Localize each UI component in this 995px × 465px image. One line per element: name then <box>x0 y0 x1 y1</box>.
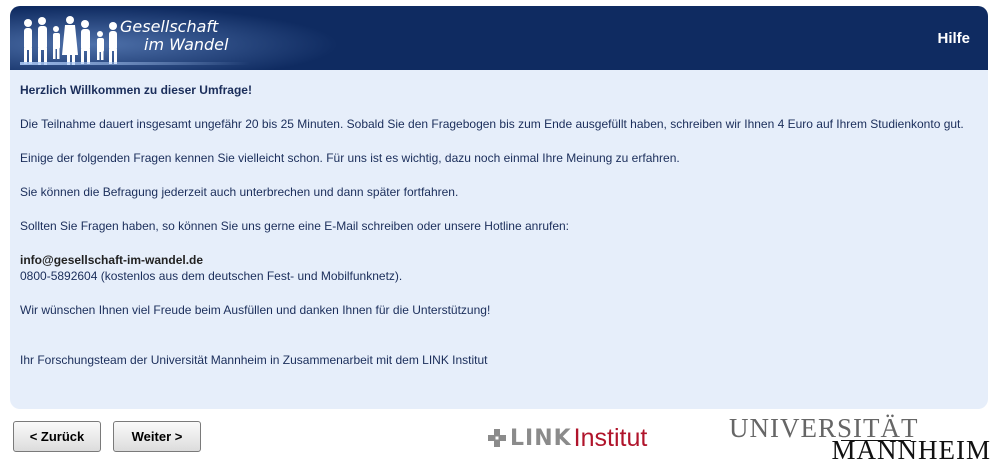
link-institut-logo: LINK Institut <box>487 424 647 452</box>
link-cross-icon <box>488 429 506 447</box>
help-link[interactable]: Hilfe <box>937 30 970 47</box>
interrupt-text: Sie können die Befragung jederzeit auch … <box>20 185 459 199</box>
signature-text: Ihr Forschungsteam der Universität Mannh… <box>20 353 488 367</box>
site-logo-text: Gesellschaft im Wandel <box>120 18 228 54</box>
university-mannheim-logo: UNIVERSITÄT MANNHEIM <box>729 413 991 465</box>
thanks-text: Wir wünschen Ihnen viel Freude beim Ausf… <box>20 303 491 317</box>
logo-line-2: im Wandel <box>144 35 229 54</box>
logo-underline <box>20 62 250 65</box>
link-institut-word: Institut <box>573 423 648 452</box>
contact-email: info@gesellschaft-im-wandel.de <box>20 253 204 267</box>
intro-panel: Herzlich Willkommen zu dieser Umfrage! D… <box>10 70 988 409</box>
link-word: LINK <box>510 425 572 451</box>
people-silhouettes-icon <box>24 16 117 65</box>
duration-text: Die Teilnahme dauert insgesamt ungefähr … <box>20 117 964 131</box>
known-questions-text: Einige der folgenden Fragen kennen Sie v… <box>20 151 680 165</box>
contact-phone: 0800-5892604 (kostenlos aus dem deutsche… <box>20 269 403 283</box>
uni-line-2: MANNHEIM <box>831 435 991 465</box>
logo-line-1: Gesellschaft <box>120 17 219 36</box>
next-button[interactable]: Weiter > <box>113 421 201 452</box>
back-button[interactable]: < Zurück <box>13 421 101 452</box>
contact-text: Sollten Sie Fragen haben, so können Sie … <box>20 219 570 233</box>
site-header: Gesellschaft im Wandel Hilfe <box>10 6 988 70</box>
welcome-heading: Herzlich Willkommen zu dieser Umfrage! <box>20 83 252 97</box>
